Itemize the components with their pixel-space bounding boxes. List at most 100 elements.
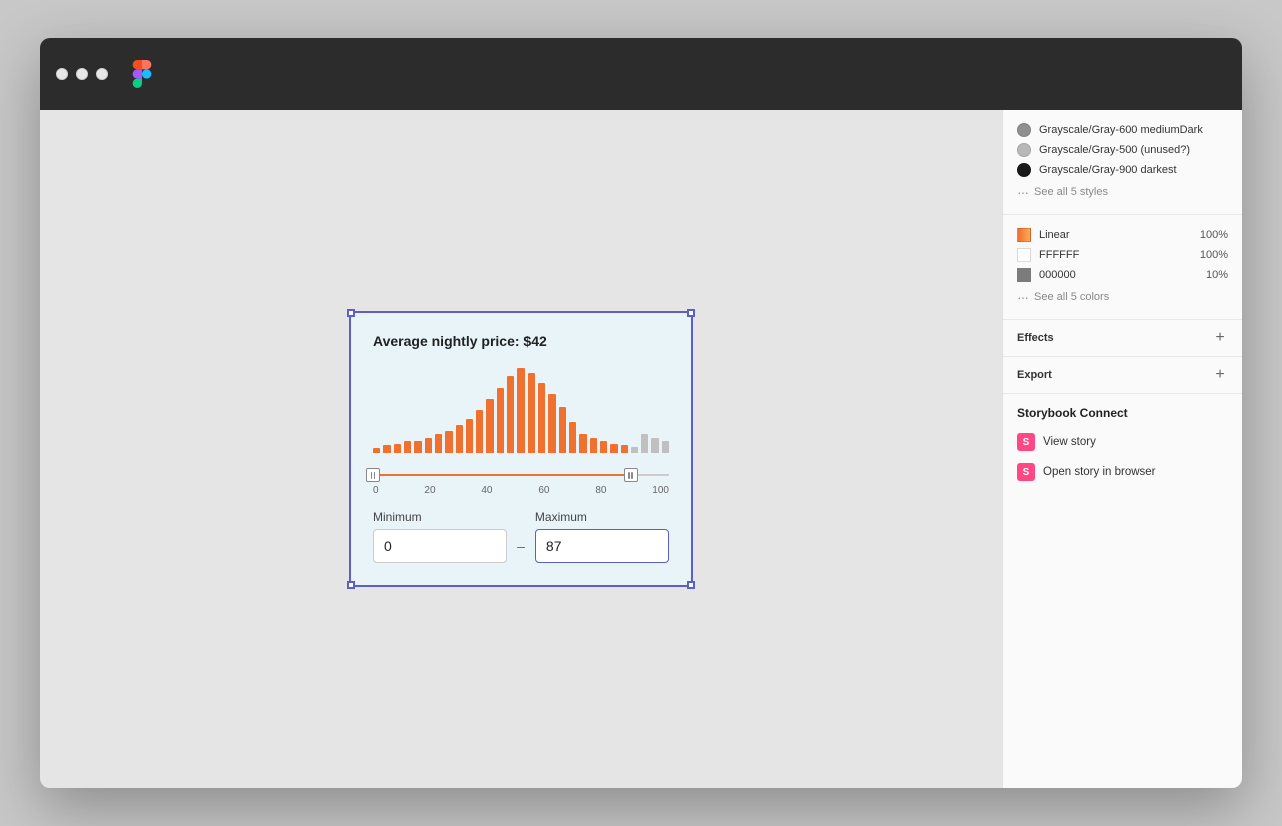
close-button[interactable] [56, 68, 68, 80]
histogram-bar [456, 425, 463, 453]
color-item-2: Grayscale/Gray-500 (unused?) [1017, 140, 1228, 160]
histogram-bar [579, 434, 586, 453]
histogram-bar [569, 422, 576, 453]
price-inputs: Minimum – Maximum [373, 510, 669, 563]
histogram-bar [383, 445, 390, 453]
fills-section: Linear 100% FFFFFF 100% 000000 10% ··· S… [1003, 215, 1242, 320]
see-all-colors[interactable]: ··· See all 5 colors [1017, 285, 1228, 309]
histogram-bars [373, 363, 669, 453]
storybook-icon-2: S [1017, 463, 1035, 481]
view-story-label: View story [1043, 436, 1096, 448]
component-frame: Average nightly price: $42 [349, 311, 693, 587]
minimum-group: Minimum [373, 510, 507, 563]
histogram-area [373, 363, 669, 463]
histogram-bar [631, 447, 638, 453]
histogram-bar [621, 445, 628, 453]
color-name-1: Grayscale/Gray-600 mediumDark [1039, 124, 1203, 136]
main-area: Average nightly price: $42 [40, 110, 1242, 788]
maximum-input[interactable] [535, 529, 669, 563]
range-handle-left[interactable] [366, 468, 380, 482]
histogram-bar [435, 434, 442, 453]
color-styles-section: Grayscale/Gray-600 mediumDark Grayscale/… [1003, 110, 1242, 215]
histogram-bar [610, 444, 617, 453]
histogram-bar [641, 434, 648, 453]
traffic-lights [56, 68, 108, 80]
histogram-bar [486, 399, 493, 453]
separator: – [517, 538, 525, 554]
fill-item-white: FFFFFF 100% [1017, 245, 1228, 265]
maximum-label: Maximum [535, 510, 669, 524]
histogram-bar [414, 441, 421, 453]
maximum-group: Maximum [535, 510, 669, 563]
color-swatch-1 [1017, 123, 1031, 137]
fill-opacity-black: 10% [1206, 269, 1228, 281]
histogram-bar [538, 383, 545, 453]
minimum-label: Minimum [373, 510, 507, 524]
app-window: Average nightly price: $42 [40, 38, 1242, 788]
see-all-styles[interactable]: ··· See all 5 styles [1017, 180, 1228, 204]
card-title: Average nightly price: $42 [373, 333, 669, 349]
histogram-bar [373, 448, 380, 453]
storybook-icon-1: S [1017, 433, 1035, 451]
right-panel: Grayscale/Gray-600 mediumDark Grayscale/… [1002, 110, 1242, 788]
histogram-bar [662, 441, 669, 453]
histogram-bar [559, 407, 566, 453]
titlebar [40, 38, 1242, 110]
see-all-styles-label: See all 5 styles [1034, 186, 1108, 198]
fill-opacity-linear: 100% [1200, 229, 1228, 241]
histogram-bar [476, 410, 483, 453]
handle-bottom-left[interactable] [347, 581, 355, 589]
export-title: Export [1017, 369, 1052, 381]
maximize-button[interactable] [96, 68, 108, 80]
histogram-bar [445, 431, 452, 453]
histogram-bar [394, 444, 401, 453]
histogram-bar [517, 368, 524, 453]
open-browser-label: Open story in browser [1043, 466, 1156, 478]
fill-item-black: 000000 10% [1017, 265, 1228, 285]
view-story-link[interactable]: S View story [1017, 430, 1228, 454]
color-item-3: Grayscale/Gray-900 darkest [1017, 160, 1228, 180]
export-section-header: Export + [1003, 357, 1242, 394]
effects-add-button[interactable]: + [1212, 330, 1228, 346]
histogram-bar [507, 376, 514, 453]
histogram-bar [425, 438, 432, 453]
histogram-bar [404, 441, 411, 453]
dots-colors-icon: ··· [1017, 289, 1028, 305]
fill-item-linear: Linear 100% [1017, 225, 1228, 245]
effects-section-header: Effects + [1003, 320, 1242, 357]
range-slider[interactable] [373, 467, 669, 483]
fill-name-white: FFFFFF [1039, 249, 1192, 261]
fill-swatch-linear [1017, 228, 1031, 242]
handle-bottom-right[interactable] [687, 581, 695, 589]
open-browser-link[interactable]: S Open story in browser [1017, 460, 1228, 484]
histogram-bar [466, 419, 473, 453]
handle-top-right[interactable] [687, 309, 695, 317]
minimum-input[interactable] [373, 529, 507, 563]
histogram-bar [528, 373, 535, 453]
histogram-bar [651, 438, 658, 453]
fill-swatch-black [1017, 268, 1031, 282]
color-item-1: Grayscale/Gray-600 mediumDark [1017, 120, 1228, 140]
histogram-bar [590, 438, 597, 453]
color-name-3: Grayscale/Gray-900 darkest [1039, 164, 1177, 176]
price-card: Average nightly price: $42 [351, 313, 691, 585]
histogram-bar [548, 394, 555, 453]
color-swatch-3 [1017, 163, 1031, 177]
export-add-button[interactable]: + [1212, 367, 1228, 383]
storybook-section: Storybook Connect S View story S Open st… [1003, 394, 1242, 496]
handle-top-left[interactable] [347, 309, 355, 317]
histogram-bar [497, 388, 504, 453]
see-all-colors-label: See all 5 colors [1034, 291, 1109, 303]
range-handle-right[interactable] [624, 468, 638, 482]
dots-icon: ··· [1017, 184, 1028, 200]
fill-name-black: 000000 [1039, 269, 1198, 281]
minimize-button[interactable] [76, 68, 88, 80]
canvas-area: Average nightly price: $42 [40, 110, 1002, 788]
storybook-title: Storybook Connect [1017, 406, 1228, 420]
range-active-track [373, 474, 631, 476]
axis-labels: 0 20 40 60 80 100 [373, 485, 669, 496]
figma-logo [128, 60, 156, 88]
fill-name-linear: Linear [1039, 229, 1192, 241]
effects-title: Effects [1017, 332, 1054, 344]
color-name-2: Grayscale/Gray-500 (unused?) [1039, 144, 1190, 156]
